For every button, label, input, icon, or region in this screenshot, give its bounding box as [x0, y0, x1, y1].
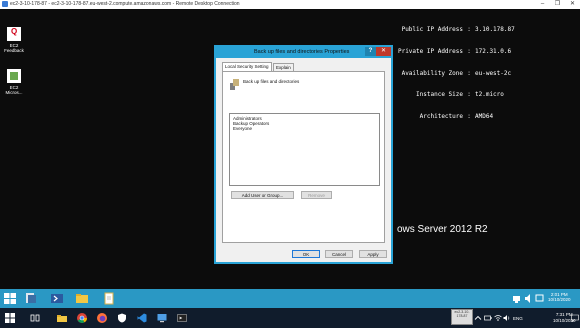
server-manager-icon[interactable] [24, 292, 38, 305]
help-button[interactable]: ? [365, 47, 376, 56]
windows-start-icon[interactable] [5, 313, 15, 323]
ok-button[interactable]: OK [292, 250, 320, 258]
info-value: 3.10.178.87 [475, 26, 515, 34]
task-view-icon[interactable] [30, 313, 40, 323]
chrome-icon[interactable] [77, 313, 87, 323]
remote-desktop-icon[interactable] [157, 313, 167, 323]
file-explorer-icon[interactable] [75, 292, 89, 305]
input-language[interactable]: ENG [513, 316, 523, 321]
remote-clock[interactable]: 2:01 PM 10/10/2020 [548, 292, 571, 302]
monitor-icon[interactable] [535, 292, 544, 305]
remote-desktop-icon [2, 1, 8, 7]
cancel-button[interactable]: Cancel [325, 250, 353, 258]
local-taskbar [0, 308, 580, 328]
list-item[interactable]: Everyone [233, 126, 376, 131]
powershell-icon[interactable] [50, 292, 64, 305]
firefox-icon[interactable] [97, 313, 107, 323]
info-value: t2.micro [475, 91, 504, 99]
minimize-button[interactable]: – [535, 0, 550, 9]
desktop-icon-ec2-microsoft[interactable]: EC2 Micros... [3, 69, 25, 95]
close-button[interactable]: ✕ [565, 0, 580, 9]
dialog-titlebar[interactable]: Back up files and directories Properties… [216, 47, 391, 58]
desktop-icon-ec2-feedback[interactable]: Q EC2 Feedback [3, 27, 25, 53]
file-explorer-icon[interactable] [57, 313, 67, 323]
feedback-icon: Q [7, 27, 21, 41]
info-value: 172.31.0.6 [475, 48, 512, 56]
add-user-or-group-button[interactable]: Add User or Group... [231, 191, 294, 199]
wifi-icon[interactable] [494, 314, 502, 322]
properties-dialog: Back up files and directories Properties… [214, 45, 393, 264]
volume-icon[interactable] [503, 314, 511, 322]
dialog-title: Back up files and directories Properties [254, 49, 350, 55]
desktop-icon-label: Micros... [5, 90, 23, 95]
policy-name: Back up files and directories [243, 79, 300, 84]
network-icon[interactable] [512, 292, 521, 305]
windows-server-branding: ows Server 2012 R2 [397, 224, 488, 235]
tab-explain[interactable]: Explain [273, 63, 294, 71]
notepad-icon[interactable] [102, 292, 116, 305]
rdp-taskbar-thumbnail[interactable]: ec2-3-10-178-87 [451, 309, 473, 325]
remote-taskbar: 2:01 PM 10/10/2020 [0, 289, 580, 308]
remote-date: 10/10/2020 [548, 297, 571, 302]
rdp-window-title: ec2-3-10-178-87 - ec2-3-10-178-87.eu-wes… [10, 1, 240, 7]
notifications-icon[interactable] [571, 314, 579, 322]
maximize-button[interactable]: ❐ [550, 0, 565, 9]
remove-button[interactable]: Remove [301, 191, 332, 199]
members-listbox[interactable]: Administrators Backup Operators Everyone [229, 113, 380, 186]
chevron-up-icon[interactable] [474, 314, 482, 322]
info-value: AMD64 [475, 112, 494, 120]
policy-icon [230, 79, 239, 90]
battery-icon[interactable] [484, 314, 492, 322]
apply-button[interactable]: Apply [359, 250, 387, 258]
speaker-icon[interactable] [524, 292, 533, 305]
security-icon[interactable] [117, 313, 127, 323]
desktop-icon-label: Feedback [4, 48, 24, 53]
tab-panel: Back up files and directories Administra… [222, 71, 385, 243]
info-value: eu-west-2c [475, 69, 512, 77]
terminal-icon[interactable] [177, 313, 187, 323]
info-key: Public IP Address [401, 26, 463, 34]
document-icon [7, 69, 21, 83]
vscode-icon[interactable] [137, 313, 147, 323]
windows-start-icon[interactable] [3, 292, 17, 305]
dialog-close-button[interactable]: ✕ [376, 47, 391, 56]
